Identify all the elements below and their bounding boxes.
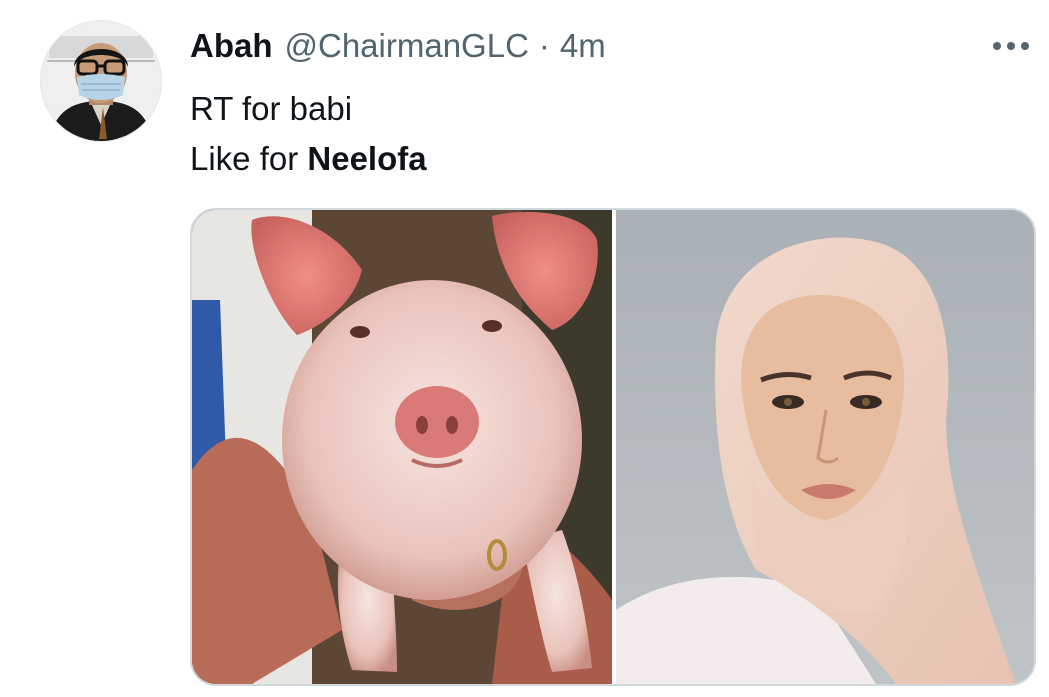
woman-image	[616, 210, 1034, 684]
tweet-text-prefix: Like for	[190, 140, 308, 177]
tweet[interactable]: Abah @ChairmanGLC · 4m RT for babi Like …	[0, 0, 1049, 697]
pig-photo[interactable]	[192, 210, 612, 684]
more-options-button[interactable]	[989, 28, 1033, 64]
pig-image	[192, 210, 612, 684]
tweet-text: RT for babi Like for Neelofa	[190, 84, 427, 184]
tweet-text-line-1: RT for babi	[190, 90, 353, 127]
woman-hijab-photo[interactable]	[616, 210, 1034, 684]
separator-dot: ·	[538, 27, 550, 64]
tweet-text-line-2: Like for Neelofa	[190, 134, 427, 184]
more-horizontal-icon	[993, 42, 1029, 50]
display-name[interactable]: Abah	[190, 27, 273, 65]
tweet-header: Abah @ChairmanGLC · 4m	[190, 24, 606, 68]
user-handle[interactable]: @ChairmanGLC	[285, 27, 529, 65]
avatar-image	[41, 21, 161, 141]
timestamp[interactable]: 4m	[560, 27, 606, 65]
tweet-text-bold: Neelofa	[307, 140, 427, 177]
media-grid	[190, 208, 1036, 686]
avatar[interactable]	[40, 20, 162, 142]
